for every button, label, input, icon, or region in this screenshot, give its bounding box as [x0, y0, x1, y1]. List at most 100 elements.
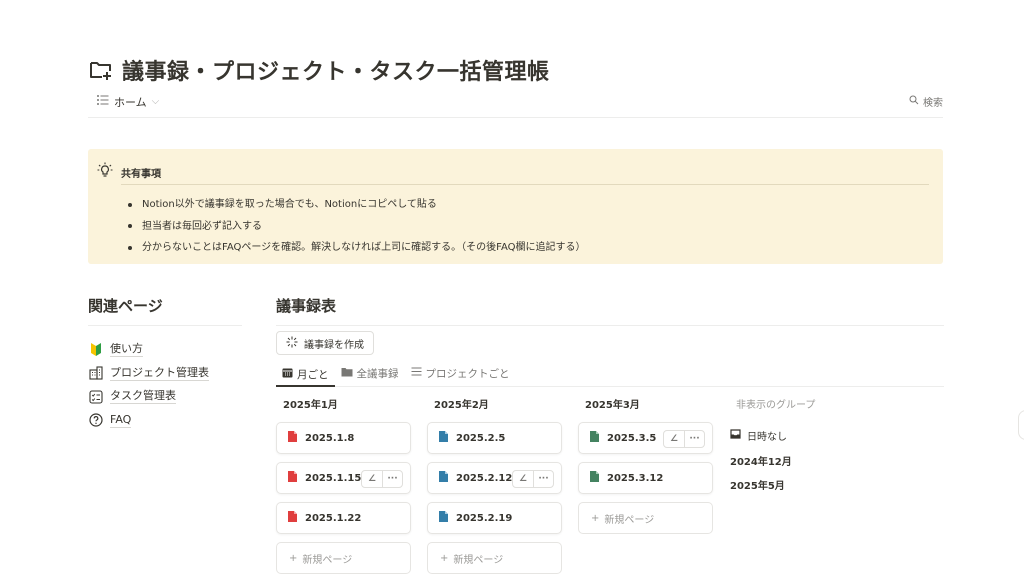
scroll-handle[interactable]: [1018, 410, 1024, 440]
tab-all-minutes[interactable]: 全議事録: [335, 361, 405, 383]
card-item[interactable]: 2025.3.12: [578, 462, 713, 494]
shared-notice-callout: 共有事項 Notion以外で議事録を取った場合でも、Notionにコピペして貼る…: [88, 149, 943, 264]
more-icon[interactable]: ···: [382, 471, 402, 487]
card-item[interactable]: 2025.2.5: [427, 422, 562, 454]
search-icon: [909, 95, 919, 108]
lightbulb-icon: [97, 162, 113, 182]
related-link-task-table[interactable]: タスク管理表: [88, 385, 242, 409]
building-icon: [88, 365, 104, 381]
calendar-icon: [282, 367, 293, 381]
card-item[interactable]: 2025.2.19: [427, 502, 562, 534]
more-icon[interactable]: ···: [533, 471, 553, 487]
database-title: 議事録表: [276, 295, 944, 326]
column-header: 2025年1月: [283, 400, 338, 411]
hidden-groups: 非表示のグループ 日時なし 2024年12月 2025年5月: [729, 396, 879, 574]
related-pages-list: 使い方 プロジェクト管理表 タスク管理表 FAQ: [88, 338, 242, 432]
related-pages: 関連ページ 使い方 プロジェクト管理表 タスク管理表 FAQ: [88, 295, 242, 432]
hidden-group-label: 日時なし: [747, 431, 787, 443]
tab-by-project[interactable]: プロジェクトごと: [405, 361, 516, 383]
callout-item-text: 分からないことはFAQページを確認。解決しなければ上司に確認する。（その後FAQ…: [142, 242, 586, 253]
callout-divider: [121, 184, 929, 185]
new-page-label: 新規ページ: [604, 514, 655, 526]
current-view-label: ホーム: [114, 95, 147, 109]
bullet-icon: [128, 245, 132, 250]
inbox-icon: [730, 428, 741, 442]
hidden-group-may-2025[interactable]: 2025年5月: [730, 472, 879, 496]
hidden-group-label: 2025年5月: [730, 480, 785, 492]
card-item[interactable]: 2025.1.22: [276, 502, 411, 534]
edit-icon[interactable]: ∠: [664, 431, 684, 447]
card-actions: ∠ ···: [663, 430, 705, 448]
tab-label: プロジェクトごと: [425, 367, 510, 380]
checklist-icon: [88, 389, 104, 405]
related-link-label: FAQ: [110, 412, 132, 428]
new-page-button[interactable]: + 新規ページ: [427, 542, 562, 574]
card-actions: ∠ ···: [361, 470, 403, 488]
new-page-button[interactable]: + 新規ページ: [578, 502, 713, 534]
plus-icon: +: [591, 512, 600, 524]
bullet-icon: [128, 202, 132, 207]
more-icon[interactable]: ···: [684, 431, 704, 447]
plus-icon: +: [440, 552, 449, 564]
board-column-feb: 2025年2月 2025.2.5 2025.2.12 ∠ ··· 2025.2.…: [427, 396, 562, 574]
list-icon: [411, 367, 422, 379]
column-header: 2025年2月: [434, 400, 489, 411]
bullet-icon: [128, 224, 132, 229]
page-title: 議事録・プロジェクト・タスク一括管理帳: [122, 60, 550, 85]
view-switcher[interactable]: ホーム ⌵: [97, 94, 159, 110]
chevron-down-icon: ⌵: [151, 96, 160, 107]
card-item[interactable]: 2025.3.5 ∠ ···: [578, 422, 713, 454]
card-item[interactable]: 2025.1.15 ∠ ···: [276, 462, 411, 494]
document-icon: [590, 471, 599, 485]
beginner-mark-icon: [88, 342, 104, 358]
folder-icon: [341, 367, 353, 380]
create-minutes-button[interactable]: 議事録を作成: [276, 331, 374, 355]
edit-icon[interactable]: ∠: [362, 471, 382, 487]
document-icon: [439, 431, 448, 445]
list-item: Notion以外で議事録を取った場合でも、Notionにコピペして貼る: [128, 194, 586, 216]
card-title: 2025.1.8: [305, 432, 355, 444]
page-header: 議事録・プロジェクト・タスク一括管理帳: [88, 54, 550, 86]
view-bar: ホーム ⌵ 検索: [88, 92, 943, 118]
plus-icon: +: [289, 552, 298, 564]
board-column-jan: 2025年1月 2025.1.8 2025.1.15 ∠ ··· 2025.1.…: [276, 396, 411, 574]
list-item: 分からないことはFAQページを確認。解決しなければ上司に確認する。（その後FAQ…: [128, 237, 586, 259]
new-page-label: 新規ページ: [302, 554, 353, 566]
document-icon: [288, 471, 297, 485]
card-title: 2025.3.12: [607, 472, 664, 484]
callout-title: 共有事項: [121, 168, 161, 180]
related-pages-heading: 関連ページ: [88, 295, 242, 326]
search-button[interactable]: 検索: [909, 94, 943, 109]
document-icon: [288, 431, 297, 445]
tab-by-month[interactable]: 月ごと: [276, 361, 335, 387]
card-item[interactable]: 2025.2.12 ∠ ···: [427, 462, 562, 494]
hidden-group-dec-2024[interactable]: 2024年12月: [730, 448, 879, 472]
card-item[interactable]: 2025.1.8: [276, 422, 411, 454]
callout-list: Notion以外で議事録を取った場合でも、Notionにコピペして貼る 担当者は…: [128, 194, 586, 259]
board-column-mar: 2025年3月 2025.3.5 ∠ ··· 2025.3.12 + 新規ページ: [578, 396, 713, 574]
view-tabs: 月ごと 全議事録 プロジェクトごと: [276, 361, 944, 387]
tab-label: 全議事録: [356, 367, 399, 380]
callout-item-text: Notion以外で議事録を取った場合でも、Notionにコピペして貼る: [142, 199, 437, 210]
document-icon: [439, 511, 448, 525]
sparkle-icon: [286, 336, 298, 351]
question-circle-icon: [88, 412, 104, 428]
card-title: 2025.2.12: [456, 472, 513, 484]
folder-add-icon: [88, 57, 114, 83]
related-link-project-table[interactable]: プロジェクト管理表: [88, 362, 242, 386]
related-link-faq[interactable]: FAQ: [88, 409, 242, 433]
related-link-label: プロジェクト管理表: [110, 365, 209, 381]
callout-header: 共有事項: [97, 162, 161, 182]
related-link-usage[interactable]: 使い方: [88, 338, 242, 362]
related-link-label: 使い方: [110, 342, 143, 358]
card-title: 2025.2.19: [456, 512, 513, 524]
hidden-group-no-date[interactable]: 日時なし: [730, 422, 879, 448]
card-actions: ∠ ···: [512, 470, 554, 488]
callout-item-text: 担当者は毎回必ず記入する: [142, 220, 262, 232]
list-icon: [97, 95, 109, 108]
new-page-button[interactable]: + 新規ページ: [276, 542, 411, 574]
create-button-label: 議事録を作成: [304, 339, 364, 351]
edit-icon[interactable]: ∠: [513, 471, 533, 487]
document-icon: [288, 511, 297, 525]
card-title: 2025.1.15: [305, 472, 362, 484]
